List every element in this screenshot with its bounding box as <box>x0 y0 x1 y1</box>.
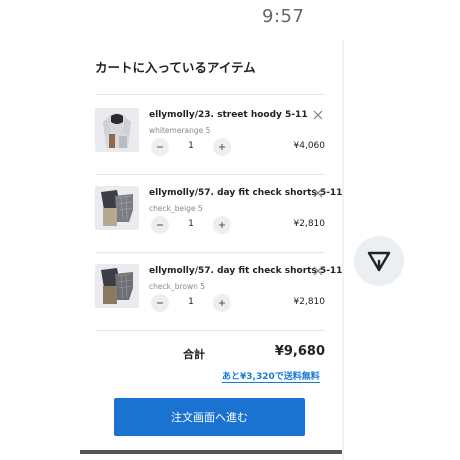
product-thumbnail-shorts[interactable] <box>95 264 139 308</box>
close-icon[interactable] <box>311 263 325 277</box>
cart-title: カートに入っているアイテム <box>95 60 256 75</box>
product-variant: check_beige 5 <box>149 204 203 213</box>
minus-icon[interactable] <box>151 294 169 312</box>
product-price: ¥2,810 <box>293 219 326 229</box>
plus-icon[interactable] <box>213 138 231 156</box>
status-time: 9:57 <box>262 6 305 27</box>
total-label: 合計 <box>183 348 205 361</box>
total-value: ¥9,680 <box>274 344 325 359</box>
quantity-value: 1 <box>188 297 194 307</box>
product-price: ¥2,810 <box>293 297 326 307</box>
cart-item: ellymolly/57. day fit check shorts 5-11 … <box>95 185 342 256</box>
product-name[interactable]: ellymolly/23. street hoody 5-11 <box>149 110 308 120</box>
cart-item: ellymolly/23. street hoody 5-11 whitemer… <box>95 108 325 178</box>
plus-icon[interactable] <box>213 216 231 234</box>
close-icon[interactable] <box>311 185 325 199</box>
divider <box>95 94 325 95</box>
product-variant: check_brown 5 <box>149 282 206 291</box>
product-thumbnail-hoody[interactable] <box>95 108 139 152</box>
minus-icon[interactable] <box>151 138 169 156</box>
product-thumbnail-shorts[interactable] <box>95 186 139 230</box>
quantity-value: 1 <box>188 141 194 151</box>
checkout-button[interactable]: 注文画面へ進む <box>114 398 305 436</box>
plus-icon[interactable] <box>213 294 231 312</box>
phone-screen: 9:57 カートに入っているアイテム ellymolly/23. street … <box>0 0 460 460</box>
sheet-bottom-bar <box>80 450 342 454</box>
divider <box>95 330 325 331</box>
product-price: ¥4,060 <box>293 141 326 151</box>
product-variant: whitemerange 5 <box>149 126 211 135</box>
divider <box>95 252 325 253</box>
arrow-down-triangle-icon[interactable] <box>354 236 404 286</box>
divider <box>95 174 325 175</box>
cart-item: ellymolly/57. day fit check shorts 5-11 … <box>95 263 342 334</box>
quantity-value: 1 <box>188 219 194 229</box>
free-shipping-link[interactable]: あと¥3,320で送料無料 <box>222 369 320 383</box>
sheet-edge <box>342 40 344 460</box>
close-icon[interactable] <box>311 107 325 121</box>
minus-icon[interactable] <box>151 216 169 234</box>
